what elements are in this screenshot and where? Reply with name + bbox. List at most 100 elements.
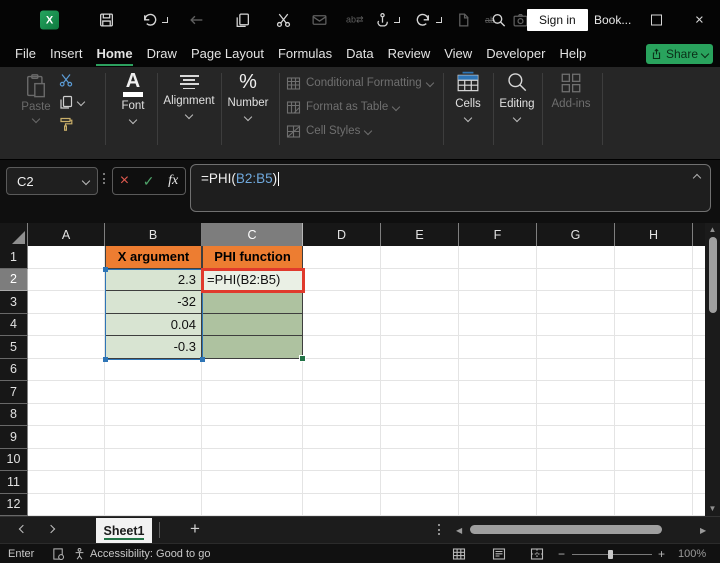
cell-C4[interactable] [202, 314, 303, 337]
column-header-E[interactable]: E [381, 223, 459, 246]
cell-C5[interactable] [202, 336, 303, 359]
share-button[interactable]: Share [646, 44, 713, 64]
cell[interactable] [303, 246, 381, 269]
cell[interactable] [28, 426, 105, 449]
cell[interactable] [459, 449, 537, 472]
cell[interactable] [381, 359, 459, 382]
row-header-7[interactable]: 7 [0, 381, 28, 404]
cell[interactable] [202, 449, 303, 472]
tab-draw[interactable]: Draw [140, 40, 184, 67]
tab-view[interactable]: View [437, 40, 479, 67]
cell[interactable] [381, 426, 459, 449]
formula-bar-drag-handle[interactable] [103, 173, 105, 184]
cells-button[interactable]: Cells [440, 71, 496, 121]
cell[interactable] [202, 381, 303, 404]
cell[interactable] [28, 449, 105, 472]
scroll-down-arrow-icon[interactable]: ▼ [705, 504, 720, 514]
insert-function-icon[interactable]: fx [168, 173, 178, 189]
enter-icon[interactable]: ✓ [143, 174, 155, 188]
fill-handle[interactable] [299, 355, 306, 362]
cut-icon[interactable] [58, 72, 74, 88]
cell[interactable] [615, 269, 693, 292]
save-icon[interactable] [98, 12, 115, 29]
column-header-G[interactable]: G [537, 223, 615, 246]
cell[interactable] [381, 314, 459, 337]
column-header-F[interactable]: F [459, 223, 537, 246]
row-header-11[interactable]: 11 [0, 471, 28, 494]
cell-B4[interactable]: 0.04 [105, 314, 202, 337]
column-header-H[interactable]: H [615, 223, 693, 246]
cell[interactable] [537, 494, 615, 517]
cell[interactable] [615, 336, 693, 359]
conditional-formatting-button[interactable]: Conditional Formatting [286, 75, 433, 91]
column-header-C[interactable]: C [202, 223, 303, 246]
cell[interactable] [303, 449, 381, 472]
row-header-2[interactable]: 2 [0, 269, 28, 292]
add-sheet-button[interactable]: + [190, 519, 200, 539]
tab-data[interactable]: Data [339, 40, 380, 67]
cell[interactable] [459, 336, 537, 359]
vertical-scrollbar[interactable]: ▲ ▼ [705, 223, 720, 516]
cell[interactable] [615, 449, 693, 472]
cell[interactable] [615, 359, 693, 382]
cell[interactable] [105, 449, 202, 472]
cell[interactable] [28, 359, 105, 382]
scroll-right-arrow-icon[interactable]: ▶ [700, 526, 706, 535]
tab-insert[interactable]: Insert [43, 40, 90, 67]
font-button[interactable]: A Font [105, 71, 161, 123]
zoom-in-button[interactable]: + [658, 547, 665, 561]
scroll-left-arrow-icon[interactable]: ◀ [456, 526, 462, 535]
undo-icon[interactable] [141, 12, 158, 29]
cell-C1[interactable]: PHI function [202, 246, 303, 269]
row-header-1[interactable]: 1 [0, 246, 28, 269]
cell[interactable] [105, 404, 202, 427]
cell[interactable] [303, 291, 381, 314]
column-header-A[interactable]: A [28, 223, 105, 246]
accessibility-icon[interactable] [73, 547, 86, 560]
cell[interactable] [28, 404, 105, 427]
name-box[interactable]: C2 [6, 167, 98, 195]
select-all-corner[interactable] [0, 223, 28, 246]
cell[interactable] [28, 291, 105, 314]
touch-mode-icon[interactable] [374, 12, 391, 29]
cell[interactable] [381, 494, 459, 517]
cell[interactable] [615, 404, 693, 427]
cell[interactable] [303, 494, 381, 517]
cell-B3[interactable]: -32 [105, 291, 202, 314]
cell-C2-active[interactable]: =PHI(B2:B5) [202, 269, 303, 292]
sign-in-button[interactable]: Sign in [527, 9, 588, 31]
cell[interactable] [615, 494, 693, 517]
cell[interactable] [381, 291, 459, 314]
cell[interactable] [537, 246, 615, 269]
cell[interactable] [537, 471, 615, 494]
cell[interactable] [381, 246, 459, 269]
copy-icon[interactable] [234, 12, 251, 29]
cell[interactable] [303, 336, 381, 359]
cell[interactable] [537, 336, 615, 359]
cell[interactable] [381, 269, 459, 292]
copy-dropdown-chevron[interactable] [77, 97, 85, 105]
cell[interactable] [615, 381, 693, 404]
add-ins-button[interactable]: Add-ins [543, 71, 599, 110]
cell[interactable] [537, 426, 615, 449]
cell[interactable] [105, 494, 202, 517]
cell[interactable] [303, 359, 381, 382]
sheet-tab-sheet1[interactable]: Sheet1 [96, 518, 152, 543]
tab-developer[interactable]: Developer [479, 40, 552, 67]
cell[interactable] [28, 336, 105, 359]
cell[interactable] [202, 426, 303, 449]
cell[interactable] [381, 381, 459, 404]
maximize-button[interactable] [651, 15, 662, 26]
row-header-8[interactable]: 8 [0, 404, 28, 427]
cell[interactable] [459, 494, 537, 517]
undo-dropdown-chevron[interactable] [162, 17, 168, 23]
cell[interactable] [459, 426, 537, 449]
close-button[interactable]: × [695, 12, 704, 29]
cell[interactable] [105, 381, 202, 404]
cell[interactable] [105, 426, 202, 449]
cell[interactable] [303, 404, 381, 427]
cell[interactable] [459, 246, 537, 269]
alignment-button[interactable]: Alignment [161, 71, 217, 118]
copy-icon[interactable] [58, 94, 74, 110]
page-break-preview-icon[interactable] [530, 547, 544, 561]
